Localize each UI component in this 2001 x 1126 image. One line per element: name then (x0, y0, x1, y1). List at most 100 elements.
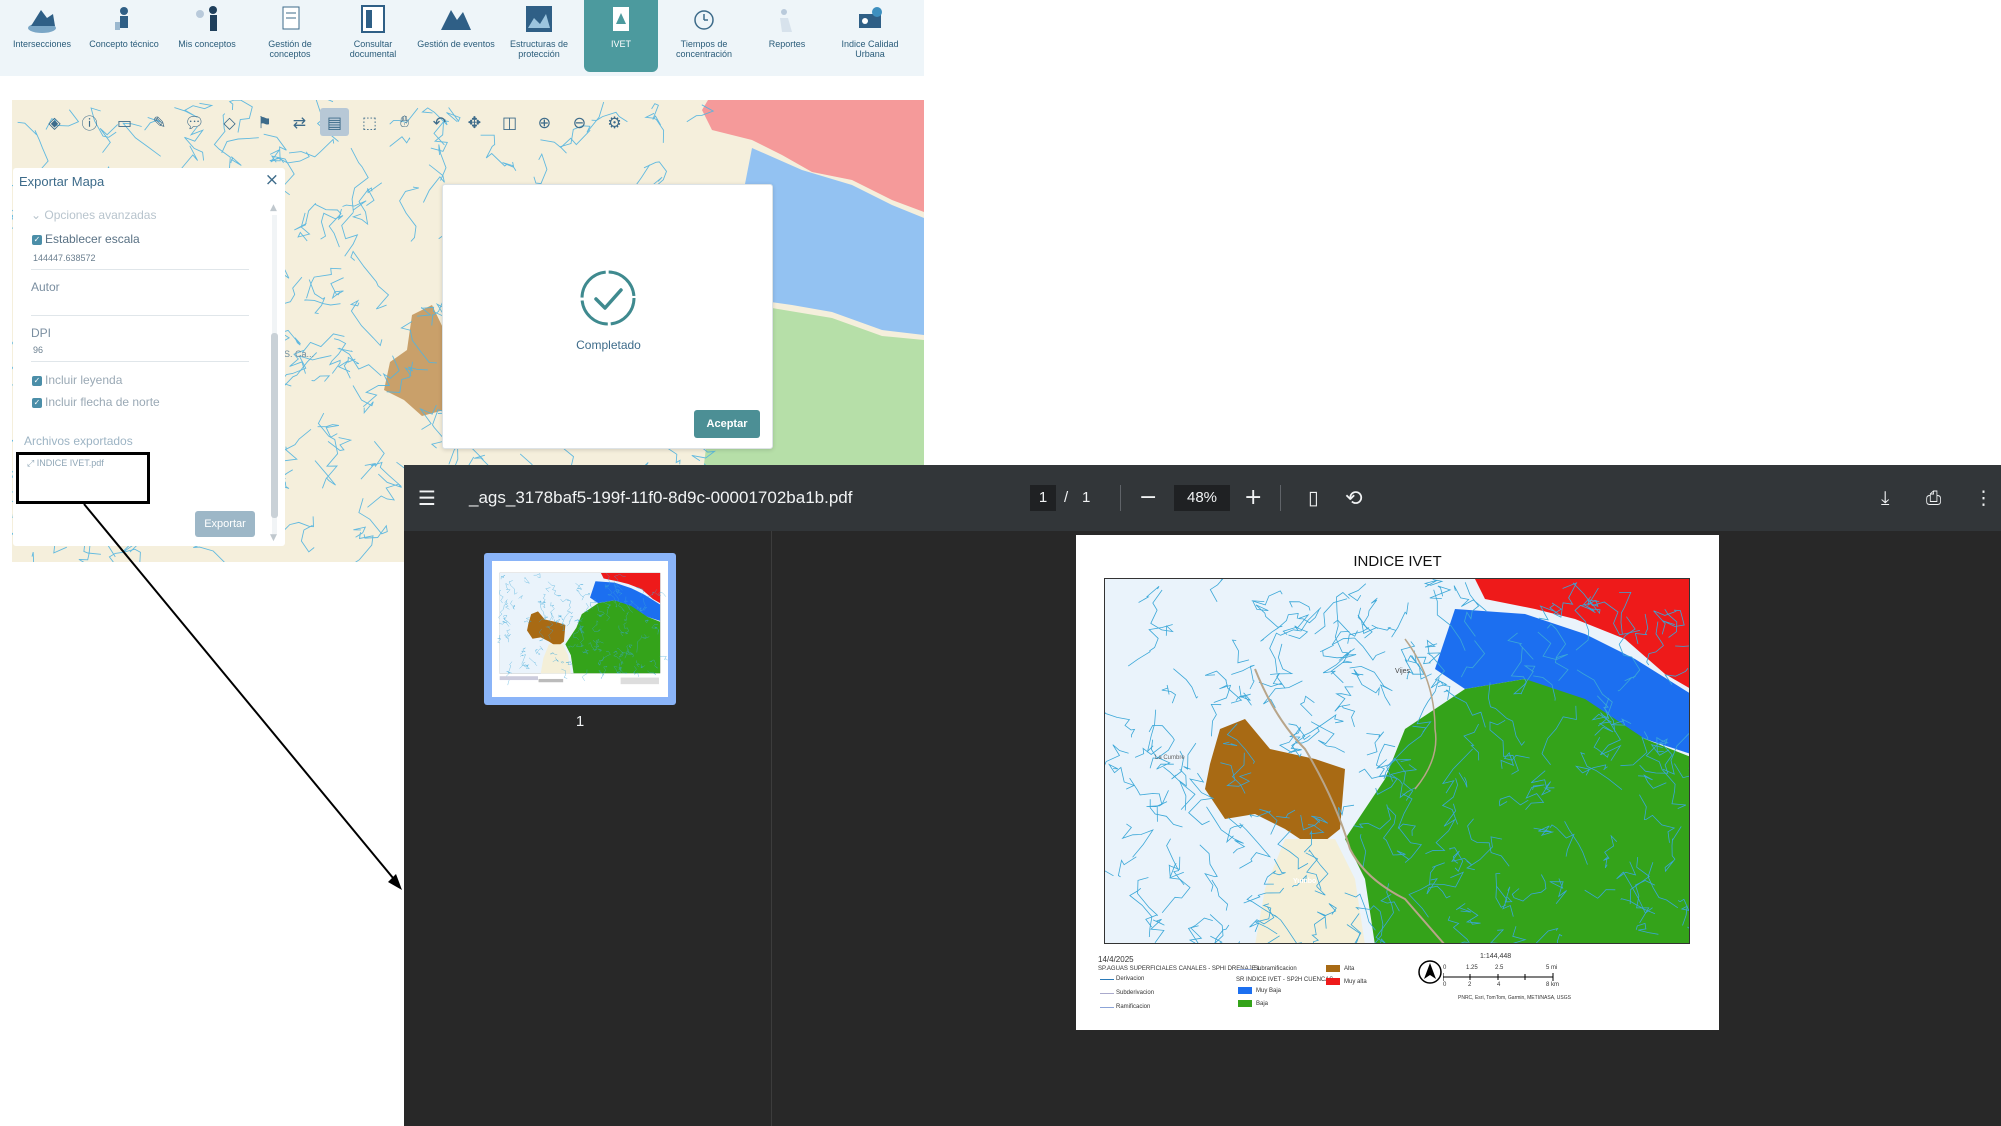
exported-files-label: Archivos exportados (24, 434, 133, 448)
layers-icon[interactable]: ◈ (40, 108, 69, 136)
dpi-label: DPI (31, 326, 52, 340)
river-line (351, 187, 373, 226)
river-line (337, 360, 351, 379)
map-label-yumbo: Yumbo (1293, 878, 1316, 885)
map-date: 14/4/2025 (1098, 955, 1134, 964)
pan-icon[interactable]: ✋︎ (390, 108, 419, 136)
ivet-map: Vijes Yumbo La Cumbre (1104, 578, 1690, 944)
set-scale-checkbox[interactable]: ✓ Establecer escala (32, 232, 140, 246)
document-query-icon (361, 5, 385, 33)
comment-icon[interactable]: 💬︎ (180, 108, 209, 136)
scale-tick: 4 (1497, 982, 1501, 988)
accept-button[interactable]: Aceptar (694, 410, 760, 438)
info-icon[interactable]: ⓘ (75, 108, 104, 136)
map-place-label: S. Ca... (284, 349, 314, 359)
map-label-vijes: Vijes (1395, 668, 1411, 675)
legend-baja: Baja (1256, 1001, 1269, 1007)
coordinates-icon[interactable]: ⇄ (285, 108, 314, 136)
select-icon[interactable]: ⬚ (355, 108, 384, 136)
river-line (311, 375, 331, 382)
close-icon[interactable]: × (265, 170, 279, 190)
legend-swatch-baja (1238, 1000, 1252, 1007)
pdf-page-title: INDICE IVET (1353, 553, 1442, 570)
export-button[interactable]: Exportar (195, 511, 255, 537)
eraser-icon[interactable]: ◇ (215, 108, 244, 136)
export-panel-title: Exportar Mapa (19, 174, 105, 189)
author-input[interactable] (31, 294, 249, 316)
scrollbar-thumb[interactable] (271, 333, 278, 518)
zoom-in-icon[interactable]: ⊕ (530, 108, 559, 136)
page-separator: / (1064, 489, 1069, 506)
scroll-down-icon[interactable]: ▼ (270, 533, 277, 543)
urban-quality-index-icon (859, 7, 882, 28)
zoom-out-icon[interactable]: − (1139, 465, 1157, 531)
module-toolbar: Intersecciones Concepto técnico Mis conc… (0, 0, 924, 76)
module-reportes[interactable]: Reportes (747, 0, 827, 72)
legend-alta: Alta (1344, 966, 1355, 972)
river-line (221, 137, 259, 154)
river-line (314, 203, 342, 248)
river-line (288, 138, 335, 158)
module-intersecciones[interactable]: Intersecciones (2, 0, 82, 72)
river-line (300, 524, 315, 553)
river-line (278, 355, 332, 386)
ruler-icon[interactable]: ▭ (110, 108, 139, 136)
pdf-page: INDICE IVET Vijes Yumbo La Cumbre 14/4/2… (1076, 535, 1719, 1030)
module-gestion-eventos[interactable]: Gestión de eventos (416, 0, 496, 72)
zoom-level-input[interactable]: 48% (1174, 485, 1230, 511)
module-gestion-conceptos[interactable]: Gestión de conceptos (250, 0, 330, 72)
legend-subderivacion: Subderivacion (1116, 990, 1155, 996)
dpi-input[interactable]: 96 (31, 340, 249, 362)
scale-bar (1443, 973, 1554, 981)
module-indice-calidad-urbana[interactable]: Indice Calidad Urbana (830, 0, 910, 72)
checkbox-checked-icon: ✓ (32, 375, 42, 386)
scale-ratio: 1:144,448 (1480, 953, 1512, 960)
legend-muy-baja: Muy Baja (1256, 988, 1282, 994)
include-north-arrow-checkbox[interactable]: ✓ Incluir flecha de norte (32, 395, 160, 409)
river-line (230, 156, 242, 166)
exported-file-highlight (16, 452, 150, 504)
settings-icon[interactable]: ⚙ (600, 108, 629, 136)
scale-input[interactable]: 144447.638572 (31, 248, 249, 270)
module-ivet[interactable]: IVET (584, 0, 658, 72)
move-icon[interactable]: ✥ (460, 108, 489, 136)
river-line (337, 347, 382, 377)
zoom-out-icon[interactable]: ⊖ (565, 108, 594, 136)
more-options-icon[interactable]: ⋮ (1974, 465, 1993, 531)
ivet-icon (613, 7, 629, 31)
north-arrow-icon (1418, 960, 1442, 984)
legend-heading-rivers: SP.AGUAS SUPERFICIALES CANALES - SPHI DR… (1098, 966, 1261, 972)
pencil-icon[interactable]: ✎ (145, 108, 174, 136)
concept-management-icon (282, 6, 300, 30)
module-tiempos-concentracion[interactable]: Tiempos de concentración (664, 0, 744, 72)
module-concepto-tecnico[interactable]: Concepto técnico (84, 0, 164, 72)
map-credits: PNRC, Esri, TomTom, Garmin, METI/NASA, U… (1458, 995, 1571, 1001)
page-number-input[interactable]: 1 (1030, 485, 1056, 511)
back-icon[interactable]: ↶ (425, 108, 454, 136)
module-consultar-documental[interactable]: Consultar documental (333, 0, 413, 72)
river-line (366, 182, 383, 206)
river-line (367, 473, 403, 508)
legend-swatch-muy-alta (1326, 978, 1340, 985)
module-mis-conceptos[interactable]: Mis conceptos (167, 0, 247, 72)
flag-icon[interactable]: ⚑ (250, 108, 279, 136)
download-icon[interactable]: ⤓ (1881, 465, 1889, 531)
fit-page-icon[interactable]: ▯ (1308, 465, 1318, 531)
print-icon[interactable]: ▤ (320, 108, 349, 136)
panel-scrollbar[interactable]: ▲ ▼ (270, 203, 279, 543)
advanced-options-toggle[interactable]: ⌄ Opciones avanzadas (31, 208, 156, 222)
include-legend-checkbox[interactable]: ✓ Incluir leyenda (32, 373, 122, 387)
legend-muy-alta: Muy alta (1344, 979, 1367, 985)
rotate-icon[interactable]: ⟲ (1345, 465, 1363, 531)
checkbox-checked-icon: ✓ (32, 397, 42, 408)
river-line (317, 412, 339, 489)
scroll-up-icon[interactable]: ▲ (270, 203, 277, 213)
menu-icon[interactable]: ☰ (418, 465, 436, 531)
page-thumbnail[interactable] (484, 553, 676, 705)
scale-tick: 1.25 (1466, 965, 1478, 971)
river-line (193, 543, 225, 562)
split-view-icon[interactable]: ◫ (495, 108, 524, 136)
module-estructuras-proteccion[interactable]: Estructuras de protección (499, 0, 579, 72)
print-icon[interactable]: ⎙ (1926, 465, 1941, 531)
zoom-in-icon[interactable]: + (1244, 465, 1262, 531)
